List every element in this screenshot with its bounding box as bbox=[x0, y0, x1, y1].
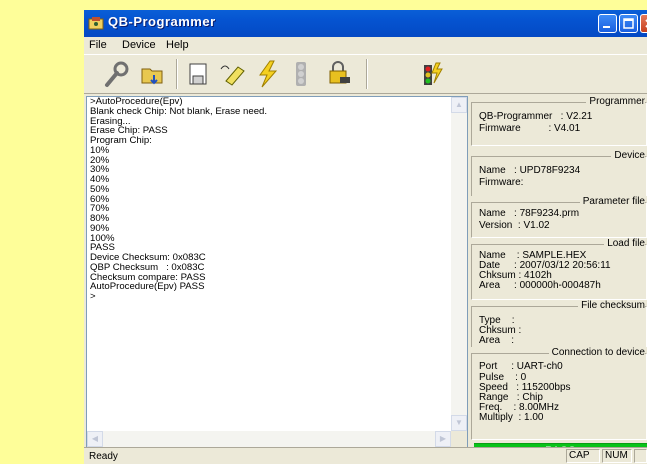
info-row: Area : bbox=[479, 335, 515, 346]
log-line: 30% bbox=[90, 164, 110, 176]
programmer-group: Programmer QB-Programmer : V2.21 Firmwar… bbox=[470, 96, 647, 146]
group-title: Connection to device bbox=[548, 347, 645, 358]
group-title: File checksum bbox=[578, 300, 645, 311]
close-button[interactable] bbox=[640, 14, 647, 33]
info-row: Name : 78F9234.prm bbox=[479, 208, 580, 219]
scroll-right-arrow-icon[interactable]: ▶ bbox=[435, 431, 451, 447]
log-line: > bbox=[90, 291, 96, 302]
app-window: QB-Programmer File Device Help >AutoProc… bbox=[84, 10, 647, 464]
menu-help[interactable]: Help bbox=[166, 39, 189, 51]
scroll-corner bbox=[451, 431, 467, 447]
caps-indicator: CAP bbox=[566, 449, 600, 463]
maximize-button[interactable] bbox=[619, 14, 638, 33]
info-row: Firmware : V4.01 bbox=[479, 123, 581, 134]
blank-check-icon[interactable] bbox=[184, 59, 214, 89]
file-checksum-group: File checksum Type : Chksum : Area : bbox=[470, 300, 647, 352]
log-line: Blank check Chip: Not blank, Erase need. bbox=[90, 105, 268, 117]
menu-file[interactable]: File bbox=[89, 39, 107, 51]
settings-wrench-icon[interactable] bbox=[102, 59, 132, 89]
info-row: Port : UART-ch0 bbox=[479, 361, 563, 372]
log-line: 60% bbox=[90, 193, 110, 205]
log-line: 70% bbox=[90, 203, 110, 215]
title-bar[interactable]: QB-Programmer bbox=[84, 10, 647, 37]
erase-icon[interactable] bbox=[218, 59, 248, 89]
log-line: 40% bbox=[90, 174, 110, 185]
log-vertical-scrollbar[interactable]: ▲ ▼ bbox=[451, 97, 467, 431]
log-line: 20% bbox=[90, 154, 110, 166]
log-output[interactable]: >AutoProcedure(Epv) Blank check Chip: Not… bbox=[86, 96, 468, 448]
security-lock-icon[interactable] bbox=[324, 59, 354, 89]
device-group: Device Name : UPD78F9234 Firmware: bbox=[470, 150, 647, 200]
app-icon bbox=[88, 17, 104, 30]
log-line: AutoProcedure(Epv) PASS bbox=[90, 281, 205, 293]
status-bar: Ready CAP NUM bbox=[84, 447, 647, 464]
info-row: QB-Programmer : V2.21 bbox=[479, 111, 593, 122]
log-line: Program Chip: bbox=[90, 135, 152, 146]
parameter-file-group: Parameter file Name : 78F9234.prm Versio… bbox=[470, 196, 647, 238]
info-row: Name : UPD78F9234 bbox=[479, 165, 581, 176]
log-line: 50% bbox=[90, 183, 110, 195]
menu-device[interactable]: Device bbox=[122, 39, 156, 51]
info-panel: Programmer QB-Programmer : V2.21 Firmwar… bbox=[470, 96, 647, 448]
toolbar bbox=[84, 54, 647, 94]
log-horizontal-scrollbar[interactable]: ◀ ▶ bbox=[87, 431, 451, 447]
info-row: Version : V1.02 bbox=[479, 220, 550, 231]
log-line: 80% bbox=[90, 213, 110, 224]
scroll-left-arrow-icon[interactable]: ◀ bbox=[87, 431, 103, 447]
group-title: Parameter file bbox=[579, 196, 645, 207]
program-lightning-icon[interactable] bbox=[252, 59, 282, 89]
log-line: 90% bbox=[90, 222, 110, 234]
scroll-down-arrow-icon[interactable]: ▼ bbox=[451, 415, 467, 431]
autoprocedure-icon[interactable] bbox=[416, 59, 446, 89]
window-title: QB-Programmer bbox=[108, 14, 216, 29]
group-title: Programmer bbox=[586, 96, 645, 107]
status-text: Ready bbox=[89, 451, 118, 462]
menu-bar: File Device Help bbox=[84, 37, 647, 54]
scroll-indicator bbox=[634, 449, 647, 463]
scroll-up-arrow-icon[interactable]: ▲ bbox=[451, 97, 467, 113]
minimize-button[interactable] bbox=[598, 14, 617, 33]
toolbar-separator bbox=[176, 59, 178, 89]
info-row: Firmware: bbox=[479, 177, 524, 188]
open-folder-icon[interactable] bbox=[138, 59, 168, 89]
connection-group: Connection to device Port : UART-ch0 Pul… bbox=[470, 347, 647, 440]
info-row: Area : 000000h-000487h bbox=[479, 280, 601, 291]
toolbar-separator bbox=[366, 59, 368, 89]
group-title: Load file bbox=[604, 238, 645, 249]
log-text: >AutoProcedure(Epv) Blank check Chip: Not… bbox=[90, 97, 450, 302]
num-indicator: NUM bbox=[602, 449, 632, 463]
verify-traffic-light-icon[interactable] bbox=[286, 59, 316, 89]
group-title: Device bbox=[611, 150, 645, 161]
load-file-group: Load file Name : SAMPLE.HEX Date : 2007/… bbox=[470, 238, 647, 300]
log-line: 10% bbox=[90, 144, 110, 156]
log-line: 100% bbox=[90, 232, 115, 244]
info-row: Multiply : 1.00 bbox=[479, 412, 544, 423]
